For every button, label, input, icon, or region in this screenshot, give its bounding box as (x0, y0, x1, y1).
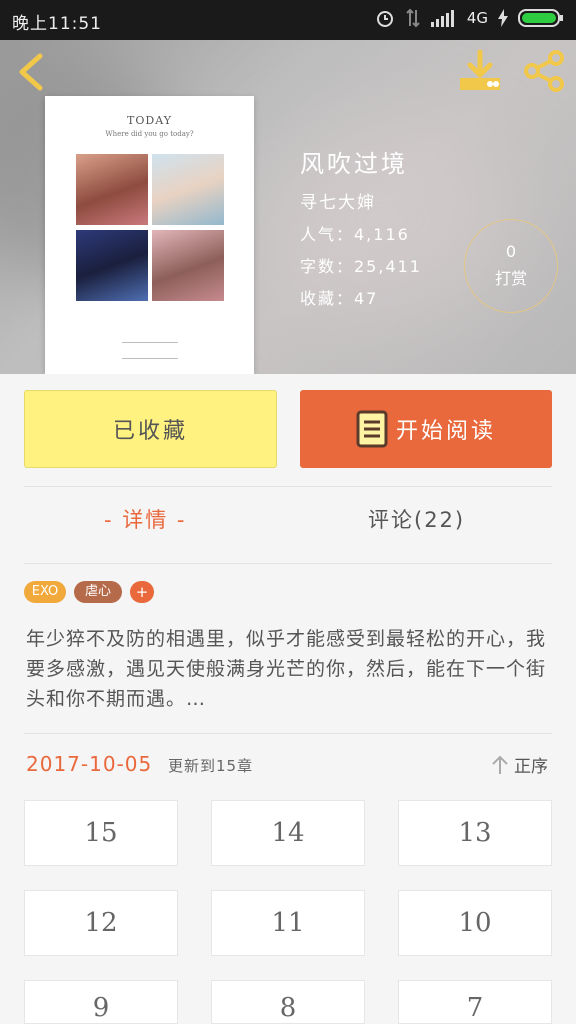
chapter-button[interactable]: 12 (24, 890, 178, 956)
book-author[interactable]: 寻七大婶 (300, 188, 376, 213)
chapter-button[interactable]: 7 (398, 980, 552, 1024)
favorited-label: 已收藏 (112, 419, 188, 444)
chapter-button[interactable]: 8 (211, 980, 365, 1024)
charging-icon (498, 9, 508, 27)
battery-icon (518, 9, 563, 27)
network-type: 4G (466, 9, 488, 27)
update-text: 更新到15章 (168, 757, 254, 775)
cover-photo (76, 154, 148, 225)
reward-button[interactable]: 0 打赏 (464, 219, 558, 313)
alarm-icon (376, 11, 393, 27)
cover-photo (76, 230, 148, 301)
chapter-button[interactable]: 10 (398, 890, 552, 956)
chapter-button[interactable]: 9 (24, 980, 178, 1024)
sort-order-button[interactable]: 正序 (490, 752, 548, 777)
chapter-button[interactable]: 13 (398, 800, 552, 866)
start-reading-button[interactable]: 开始阅读 (300, 390, 552, 468)
data-transfer-icon (406, 8, 420, 28)
tag-sad[interactable]: 虐心 (74, 581, 122, 603)
tab-details[interactable]: - 详情 - (104, 504, 187, 534)
reward-count: 0 (505, 242, 517, 261)
add-tag-button[interactable]: + (130, 581, 154, 603)
book-icon (356, 410, 388, 448)
book-cover[interactable]: TODAY Where did you go today? (45, 96, 254, 374)
cover-subtitle: Where did you go today? (105, 130, 194, 138)
cover-photo (152, 154, 224, 225)
reward-label: 打赏 (494, 269, 527, 288)
cover-photo (152, 230, 224, 301)
status-time: 晚上11:51 (12, 14, 102, 34)
back-arrow-icon[interactable] (14, 52, 50, 92)
favorited-button[interactable]: 已收藏 (24, 390, 277, 468)
book-title: 风吹过境 (300, 150, 408, 178)
sort-order-label: 正序 (514, 757, 548, 777)
tag-exo[interactable]: EXO (24, 581, 66, 603)
book-popularity: 人气：4,116 (300, 225, 410, 244)
update-date: 2017-10-05 (26, 752, 153, 776)
chapter-button[interactable]: 15 (24, 800, 178, 866)
book-description[interactable]: 年少猝不及防的相遇里，似乎才能感受到最轻松的开心，我要多感激，遇见天使般满身光芒… (26, 624, 556, 714)
share-icon[interactable] (520, 48, 568, 94)
start-reading-label: 开始阅读 (395, 419, 496, 444)
arrow-up-icon (492, 755, 508, 774)
book-favorites: 收藏：47 (300, 289, 379, 308)
cover-title: TODAY (127, 114, 172, 127)
chapter-button[interactable]: 14 (211, 800, 365, 866)
book-word-count: 字数：25,411 (300, 257, 422, 276)
download-icon[interactable] (456, 48, 504, 94)
tab-comments[interactable]: 评论(22) (368, 504, 465, 534)
status-icons: 4G (375, 8, 564, 28)
signal-icon (430, 10, 454, 27)
chapter-button[interactable]: 11 (211, 890, 365, 956)
book-header: TODAY Where did you go today? 风吹过境 寻七大婶 … (0, 40, 576, 374)
status-bar: 晚上11:51 4G (0, 0, 576, 40)
